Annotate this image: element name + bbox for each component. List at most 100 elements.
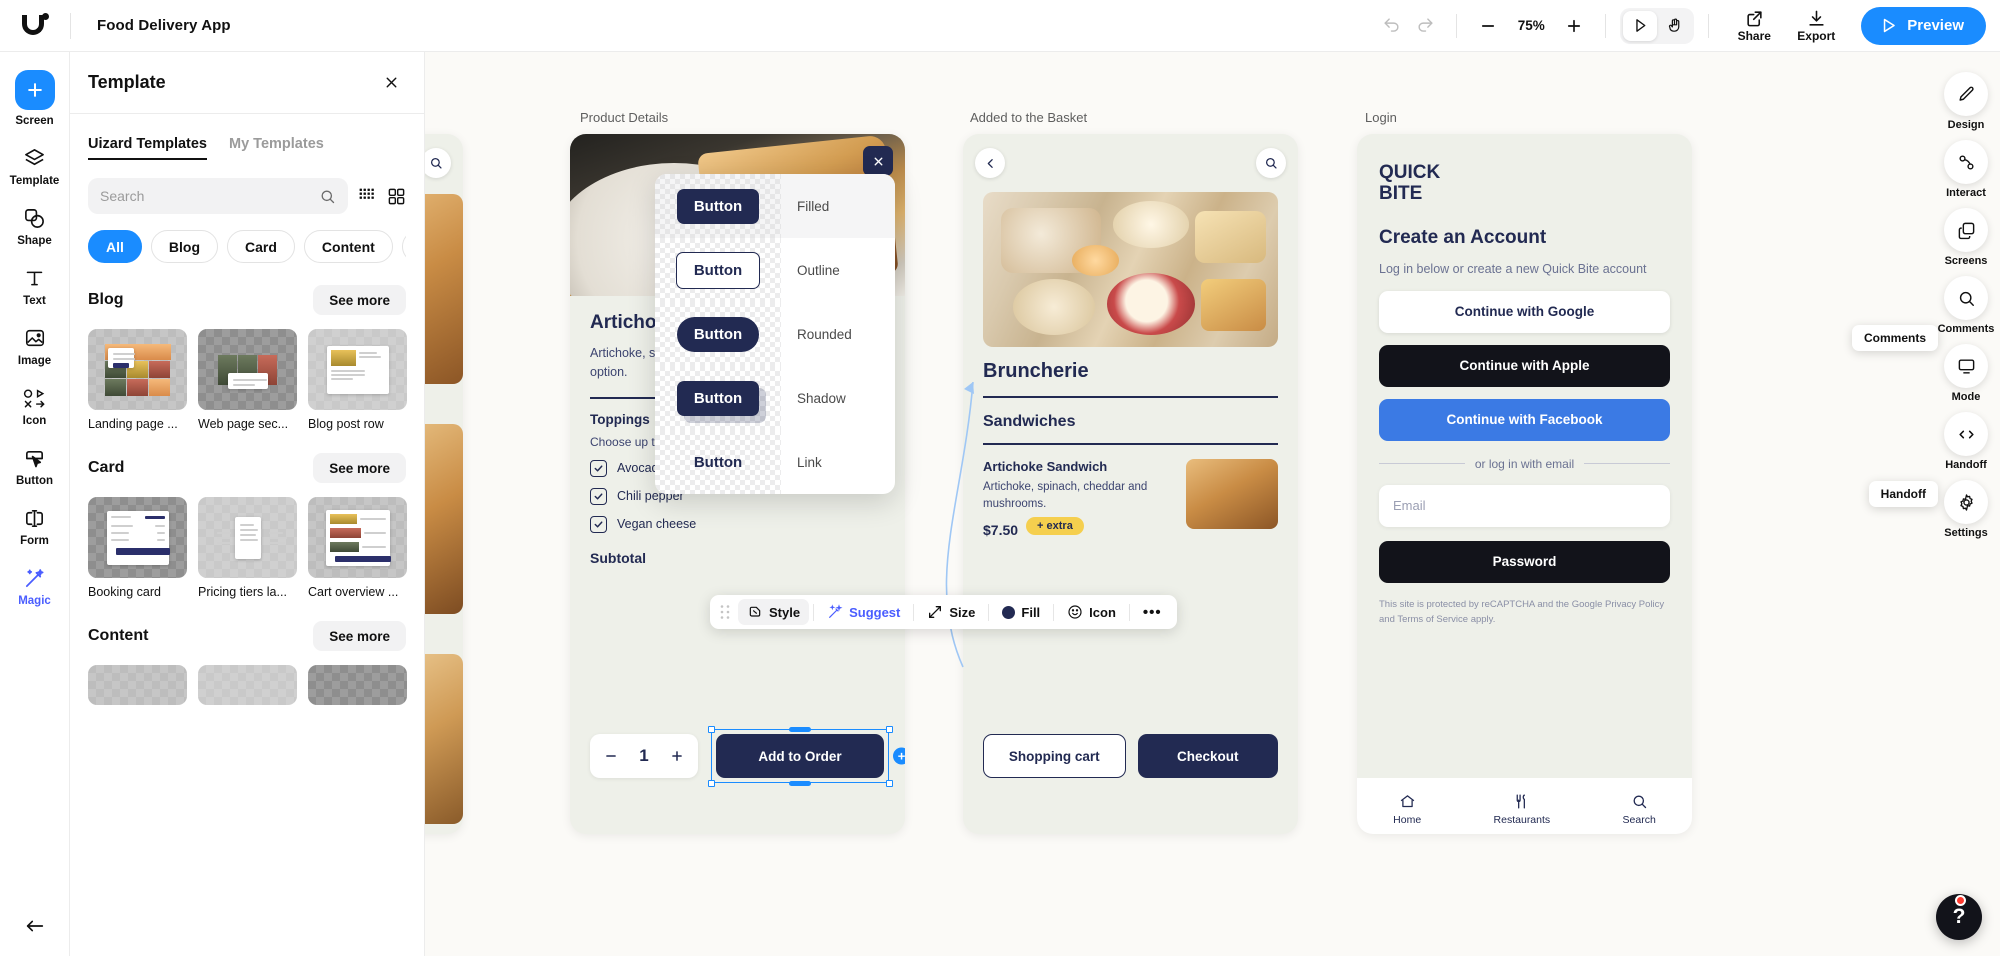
right-item-screens[interactable]: Screens xyxy=(1944,208,1988,267)
toolbar-size-button[interactable]: Size xyxy=(918,599,984,625)
close-product-button[interactable] xyxy=(863,146,893,176)
checkbox-avocado[interactable] xyxy=(590,459,607,477)
toolbar-style-button[interactable]: Style xyxy=(738,599,810,625)
sidebar-item-magic[interactable]: Magic xyxy=(0,564,70,607)
see-more-card-button[interactable]: See more xyxy=(313,453,406,483)
sidebar-item-image[interactable]: Image xyxy=(0,324,70,367)
close-icon[interactable] xyxy=(376,68,406,98)
resize-handle-tl[interactable] xyxy=(707,725,715,733)
template-card[interactable]: Web page sec... xyxy=(198,329,297,431)
style-option-shadow[interactable]: Button Shadow xyxy=(655,366,895,430)
shopping-cart-button[interactable]: Shopping cart xyxy=(983,734,1126,778)
sidebar-item-shape[interactable]: Shape xyxy=(0,204,70,247)
zoom-out-button[interactable] xyxy=(1471,9,1505,43)
password-field[interactable]: Password xyxy=(1379,540,1670,583)
artboard-basket[interactable]: Bruncherie Sandwiches Artichoke Sandwich… xyxy=(963,134,1298,834)
artboard-login[interactable]: QUICK BITE Create an Account Log in belo… xyxy=(1357,134,1692,834)
checkbox-vegan-cheese[interactable] xyxy=(590,515,607,533)
zoom-in-button[interactable] xyxy=(1557,9,1591,43)
continue-with-facebook-button[interactable]: Continue with Facebook xyxy=(1379,398,1670,441)
right-item-design[interactable]: Design xyxy=(1944,72,1988,131)
template-card[interactable] xyxy=(308,665,407,705)
search-input[interactable] xyxy=(100,188,319,204)
sidebar-item-screen[interactable]: Screen xyxy=(0,70,70,127)
share-button[interactable]: Share xyxy=(1723,9,1785,43)
add-interaction-button[interactable]: + xyxy=(893,747,905,765)
undo-icon[interactable] xyxy=(1374,9,1408,43)
grid-view-icon[interactable] xyxy=(387,187,406,206)
button-style-popup[interactable]: Button Filled Button Outline Button Roun… xyxy=(655,174,895,494)
cursor-tool-icon[interactable] xyxy=(1623,10,1658,41)
sidebar-item-button[interactable]: Button xyxy=(0,444,70,487)
chip-card[interactable]: Card xyxy=(227,230,295,263)
app-logo[interactable] xyxy=(0,12,70,39)
resize-handle-br[interactable] xyxy=(885,779,893,787)
drag-grip-icon[interactable] xyxy=(718,604,732,620)
email-field[interactable]: Email xyxy=(1379,484,1670,527)
list-view-icon[interactable] xyxy=(358,187,377,206)
sidebar-item-text[interactable]: Text xyxy=(0,264,70,307)
see-more-blog-button[interactable]: See more xyxy=(313,285,406,315)
resize-handle-bl[interactable] xyxy=(707,779,715,787)
right-item-handoff[interactable]: Handoff xyxy=(1944,412,1988,471)
search-button[interactable] xyxy=(1256,148,1286,178)
export-button[interactable]: Export xyxy=(1785,9,1847,43)
template-card[interactable]: Blog post row xyxy=(308,329,407,431)
continue-with-google-button[interactable]: Continue with Google xyxy=(1379,290,1670,333)
checkbox-chili-pepper[interactable] xyxy=(590,487,607,505)
tab-restaurants[interactable]: Restaurants xyxy=(1494,793,1550,826)
resize-handle-bottom[interactable] xyxy=(789,780,811,786)
quantity-stepper[interactable]: 1 xyxy=(590,734,698,778)
resize-handle-tr[interactable] xyxy=(885,725,893,733)
resize-handle-top[interactable] xyxy=(789,726,811,732)
style-option-filled[interactable]: Button Filled xyxy=(655,174,895,238)
decrement-button[interactable] xyxy=(604,749,618,763)
sidebar-item-form[interactable]: Form xyxy=(0,504,70,547)
right-label-screens: Screens xyxy=(1944,255,1988,267)
topping-row[interactable]: Vegan cheese xyxy=(590,515,885,533)
sidebar-item-icon[interactable]: Icon xyxy=(0,384,70,427)
hand-tool-icon[interactable] xyxy=(1657,11,1691,41)
style-option-outline[interactable]: Button Outline xyxy=(655,238,895,302)
tab-my-templates[interactable]: My Templates xyxy=(229,136,324,160)
template-card[interactable]: Landing page ... xyxy=(88,329,187,431)
continue-with-apple-button[interactable]: Continue with Apple xyxy=(1379,344,1670,387)
help-button[interactable]: ? xyxy=(1936,894,1982,940)
template-card[interactable]: Booking card xyxy=(88,497,187,599)
tab-search[interactable]: Search xyxy=(1623,793,1656,826)
back-button[interactable] xyxy=(975,148,1005,178)
template-card[interactable]: Cart overview ... xyxy=(308,497,407,599)
tab-uizard-templates[interactable]: Uizard Templates xyxy=(88,136,207,160)
template-thumbnail xyxy=(88,497,187,578)
preview-button[interactable]: Preview xyxy=(1861,6,1986,45)
increment-button[interactable] xyxy=(670,749,684,763)
toolbar-more-button[interactable]: ••• xyxy=(1134,599,1171,626)
chip-content[interactable]: Content xyxy=(303,230,393,263)
collapse-sidebar-button[interactable] xyxy=(0,912,70,940)
chip-dialog[interactable]: Dialog xyxy=(401,230,406,263)
tab-home[interactable]: Home xyxy=(1393,793,1421,826)
right-item-comments[interactable]: Comments xyxy=(1938,276,1994,335)
redo-icon[interactable] xyxy=(1408,9,1442,43)
right-item-interact[interactable]: Interact xyxy=(1944,140,1988,199)
right-item-mode[interactable]: Mode xyxy=(1944,344,1988,403)
menu-item[interactable]: Artichoke Sandwich Artichoke, spinach, c… xyxy=(983,459,1278,538)
search-field[interactable] xyxy=(88,178,348,214)
sidebar-item-template[interactable]: Template xyxy=(0,144,70,187)
style-option-rounded[interactable]: Button Rounded xyxy=(655,302,895,366)
style-option-link[interactable]: Button Link xyxy=(655,430,895,494)
checkout-button[interactable]: Checkout xyxy=(1137,734,1278,778)
template-card[interactable] xyxy=(88,665,187,705)
toolbar-fill-button[interactable]: Fill xyxy=(993,600,1049,625)
toolbar-icon-button[interactable]: Icon xyxy=(1058,599,1125,625)
see-more-content-button[interactable]: See more xyxy=(313,621,406,651)
search-icon[interactable] xyxy=(425,148,451,178)
artboard-partial[interactable] xyxy=(425,134,463,834)
template-card[interactable]: Pricing tiers la... xyxy=(198,497,297,599)
toolbar-suggest-button[interactable]: Suggest xyxy=(818,599,909,625)
right-item-settings[interactable]: Settings xyxy=(1944,480,1988,539)
chip-all[interactable]: All xyxy=(88,230,142,263)
chip-blog[interactable]: Blog xyxy=(150,230,218,263)
template-card[interactable] xyxy=(198,665,297,705)
icon-grid-icon xyxy=(22,384,48,412)
